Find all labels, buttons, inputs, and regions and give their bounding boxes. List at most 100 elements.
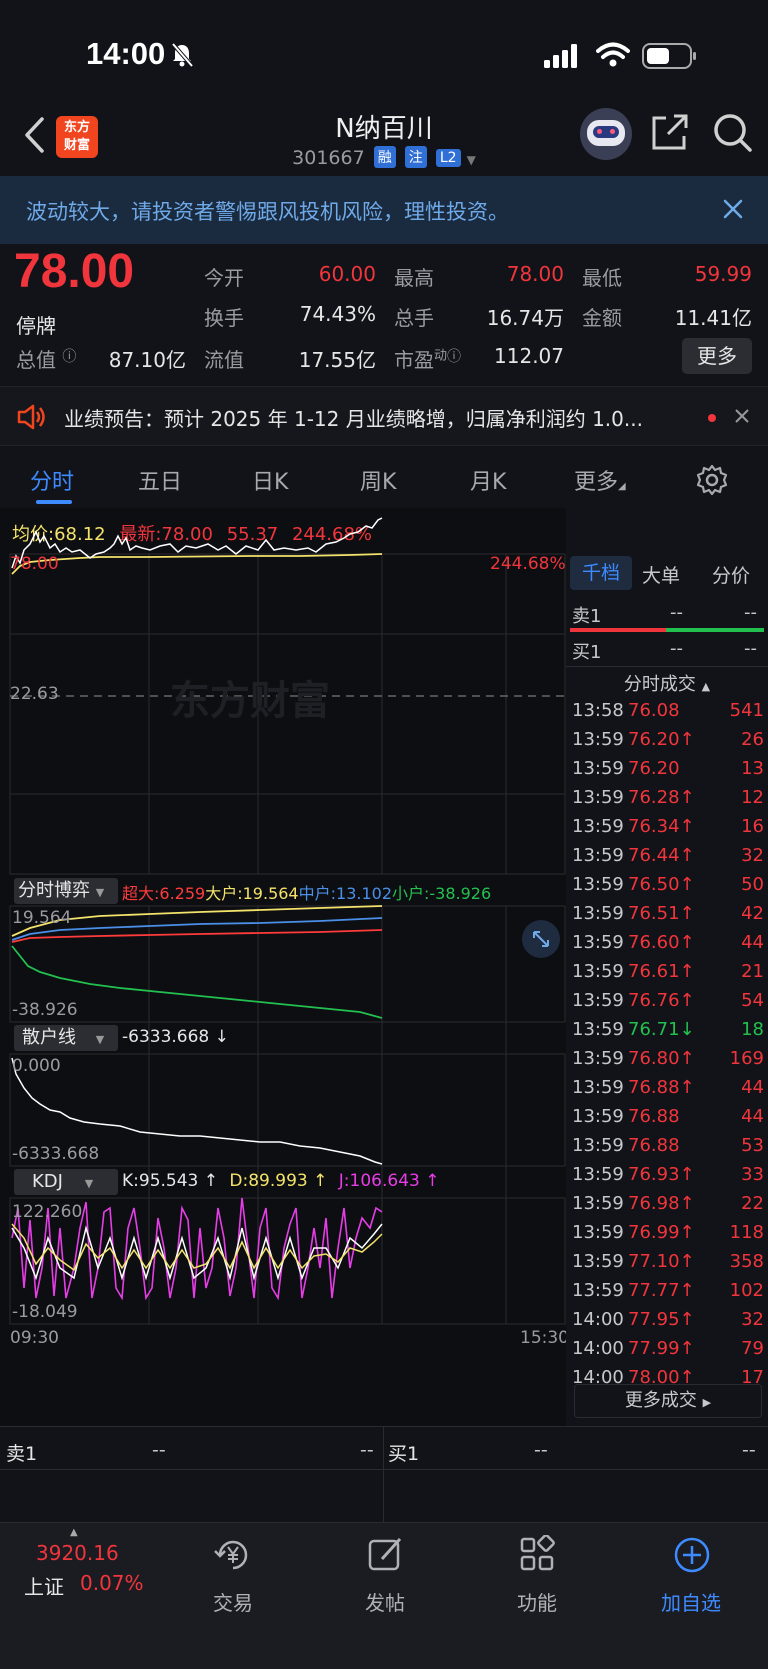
robot-assistant-avatar[interactable] [580, 108, 632, 160]
tick-row: 13:59 76.88↑ 44 [566, 1075, 768, 1104]
share-icon[interactable] [650, 112, 690, 152]
tick-row: 13:59 76.34↑ 16 [566, 814, 768, 843]
tick-volume: 54 [741, 990, 764, 1011]
bar-sell1-price: -- [152, 1439, 166, 1461]
tick-time: 14:00 [572, 1309, 624, 1330]
tick-time: 13:59 [572, 729, 624, 750]
tag-margin: 融 [373, 146, 396, 168]
tick-price: 76.99↑ [628, 1222, 695, 1243]
pe-label: 市盈动ⓘ [394, 348, 462, 372]
tab-daily-k[interactable]: 日K [252, 464, 288, 496]
tick-volume: 12 [741, 787, 764, 808]
tick-volume: 32 [741, 1309, 764, 1330]
status-time: 14:00 [86, 36, 166, 71]
retail-line-value: -6333.668 ↓ [122, 1027, 229, 1047]
expand-chart-button[interactable] [522, 920, 560, 958]
quote-panel: 78.00 停牌 今开 60.00 最高 78.00 最低 59.99 换手 7… [0, 244, 768, 386]
tick-time: 13:59 [572, 1251, 624, 1272]
tab-level-book[interactable]: 千档 [570, 556, 632, 590]
retail-axis-bottom: -6333.668 [12, 1144, 100, 1164]
tick-price: 76.88 [628, 1106, 680, 1127]
tick-time: 13:59 [572, 990, 624, 1011]
silent-bell-icon [171, 42, 194, 68]
tab-price-distribution[interactable]: 分价 [712, 561, 750, 588]
tick-price: 76.98↑ [628, 1193, 695, 1214]
close-icon[interactable] [734, 408, 750, 424]
ticks-header[interactable]: 分时成交 ▲ [566, 670, 768, 696]
tab-more[interactable]: 更多◢ [574, 464, 626, 496]
tab-five-day[interactable]: 五日 [138, 464, 182, 496]
buy1-price: -- [670, 638, 683, 659]
wifi-icon [596, 42, 630, 67]
tick-volume: 42 [741, 903, 764, 924]
tab-weekly-k[interactable]: 周K [360, 464, 396, 496]
tick-price: 76.93↑ [628, 1164, 695, 1185]
earnings-news-bar[interactable]: 业绩预告：预计 2025 年 1-12 月业绩略增，归属净利润约 1.0... [0, 386, 768, 446]
tick-price: 76.76↑ [628, 990, 695, 1011]
time-axis-end: 15:30 [520, 1328, 569, 1348]
more-button[interactable]: 更多 [682, 338, 752, 374]
tick-time: 13:59 [572, 1164, 624, 1185]
chart-tabs: 分时 五日 日K 周K 月K 更多◢ [0, 450, 768, 506]
caret-down-icon: ▼ [466, 153, 476, 167]
tick-row: 13:59 76.99↑ 118 [566, 1220, 768, 1249]
search-icon[interactable] [712, 112, 754, 154]
tick-price: 77.99↑ [628, 1338, 695, 1359]
tab-intraday[interactable]: 分时 [30, 464, 74, 496]
tab-big-orders[interactable]: 大单 [642, 561, 680, 588]
high-label: 最高 [394, 266, 434, 290]
price-axis-top: 78.00 [10, 554, 59, 574]
tick-volume: 18 [741, 1019, 764, 1040]
tick-time: 13:59 [572, 903, 624, 924]
nav-post-label: 发帖 [365, 1591, 405, 1615]
tick-row: 13:59 76.88 44 [566, 1104, 768, 1133]
tick-price: 76.88 [628, 1135, 680, 1156]
open-value: 60.00 [318, 262, 376, 286]
settings-gear-icon[interactable] [696, 464, 728, 496]
turnover-label: 换手 [204, 306, 244, 330]
tick-row: 13:59 76.93↑ 33 [566, 1162, 768, 1191]
fund-flow-selector[interactable]: 分时博弈 ▼ [14, 878, 118, 904]
more-ticks-button[interactable]: 更多成交 ▶ [574, 1384, 762, 1418]
volume-value: 16.74万 [486, 306, 564, 330]
bar-buy1-price: -- [534, 1439, 548, 1461]
intraday-chart-svg [9, 517, 566, 1325]
close-icon[interactable] [722, 198, 744, 220]
super-large-line [11, 929, 383, 943]
expand-icon [533, 931, 549, 947]
tick-price: 76.60↑ [628, 932, 695, 953]
tick-volume: 541 [729, 700, 764, 721]
tick-price: 76.20↑ [628, 729, 695, 750]
tick-price: 76.71↓ [628, 1019, 695, 1040]
kdj-values: K:95.543 ↑ D:89.993 ↑ J:106.643 ↑ [122, 1171, 440, 1191]
tick-time: 13:59 [572, 961, 624, 982]
tab-monthly-k[interactable]: 月K [470, 464, 506, 496]
sell1-label: 卖1 [572, 606, 602, 627]
intraday-chart-area[interactable]: 均价:68.12 最新:78.00 55.37 244.68% 78.00 24… [0, 508, 569, 1426]
tick-row: 13:59 76.51↑ 42 [566, 901, 768, 930]
tick-volume: 44 [741, 932, 764, 953]
kdj-selector[interactable]: KDJ ▼ [14, 1169, 118, 1195]
bar-buy1-label: 买1 [388, 1443, 420, 1465]
tick-time: 13:59 [572, 1077, 624, 1098]
tick-price: 76.61↑ [628, 961, 695, 982]
pe-value: 112.07 [494, 344, 564, 368]
bar-buy1-volume: -- [742, 1439, 756, 1461]
tick-price: 77.77↑ [628, 1280, 695, 1301]
index-name: 上证 [24, 1575, 64, 1599]
tick-price: 76.50↑ [628, 874, 695, 895]
open-label: 今开 [204, 266, 244, 290]
sell1-price: -- [670, 602, 683, 623]
bid-ask-bar: 卖1 -- -- 买1 -- -- [0, 1426, 768, 1523]
float-cap-value: 17.55亿 [298, 348, 376, 372]
tick-row: 13:59 76.61↑ 21 [566, 959, 768, 988]
retail-line-selector[interactable]: 散户线 ▼ [14, 1025, 118, 1051]
tab-active-indicator [36, 500, 72, 504]
fund-flow-header: 分时博弈 ▼ 超大:6.259大户:19.564中户:13.102小户:-38.… [10, 876, 566, 906]
tick-price: 76.08 [628, 700, 680, 721]
status-bar: 14:00 [0, 0, 768, 110]
tick-time: 13:59 [572, 1135, 624, 1156]
tick-row: 13:58 76.08 541 [566, 698, 768, 727]
tick-row: 13:59 76.50↑ 50 [566, 872, 768, 901]
tick-row: 13:59 76.76↑ 54 [566, 988, 768, 1017]
